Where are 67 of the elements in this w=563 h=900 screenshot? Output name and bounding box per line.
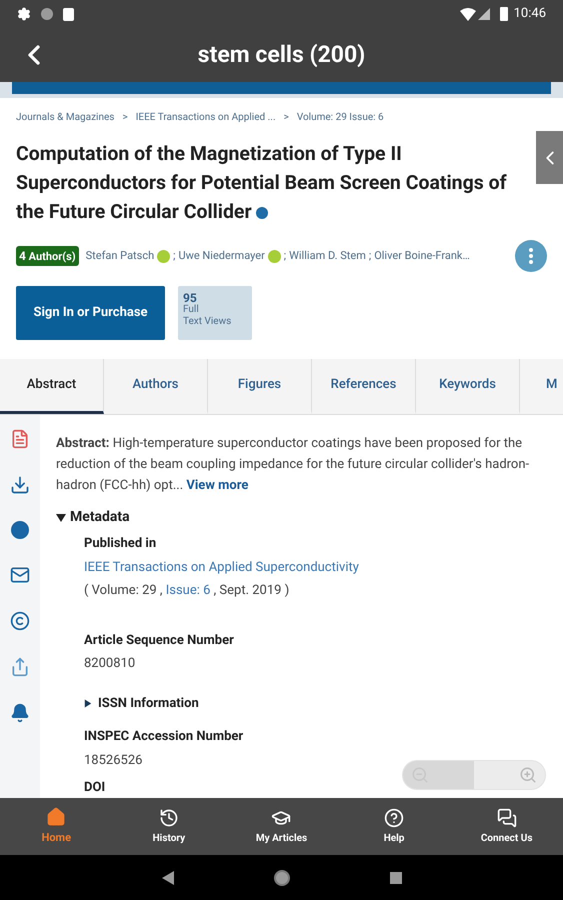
field-label: Article Sequence Number [84,632,235,650]
author-count-badge[interactable]: 4 Author(s) [16,246,79,266]
mail-icon[interactable] [10,565,30,585]
author-link[interactable]: Uwe Niedermayer [178,248,265,264]
author-separator: ; [173,248,176,264]
breadcrumb-separator: > [122,111,128,125]
tab[interactable]: Authors [104,359,208,414]
volume-text: ( Volume: 29 , Issue: 6 , Sept. 2019 ) [84,582,290,600]
more-button[interactable] [515,240,547,272]
home-nav-icon[interactable] [274,870,290,886]
breadcrumb-link[interactable]: Volume: 29 Issue: 6 [296,110,384,125]
signal-icon [478,8,490,20]
view-more-link[interactable]: View more [186,478,248,493]
breadcrumb-link[interactable]: Journals & Magazines [16,110,114,125]
pdf-icon[interactable] [10,429,30,449]
caret-icon [56,514,66,522]
bell-icon[interactable] [10,703,30,723]
metadata-toggle[interactable]: Metadata [56,507,130,528]
clock: 10:46 [514,5,546,24]
author-link[interactable]: Stefan Patsch [86,248,154,264]
nav-tab[interactable]: My Articles [225,798,338,855]
history-icon [158,808,179,828]
sd-card-icon [63,8,74,20]
field-value: 18526526 [84,752,142,770]
zoom-in-icon [519,766,537,784]
wifi-icon [460,8,476,20]
battery-icon [500,7,508,21]
nav-tab[interactable]: History [112,798,226,855]
header-title: stem cells (200) [196,40,366,70]
journal-link[interactable]: IEEE Transactions on Applied Superconductivity [84,558,551,577]
home-icon [46,806,66,827]
nav-tab[interactable]: Connect Us [450,798,563,855]
abstract-text: Abstract: High-temperature superconductor coatings have been proposed for the reduction of the beam coupling impedance for the future circular collider's hadron-hadron (FCC-hh) opt... View more [56,435,530,495]
breadcrumb-link[interactable]: IEEE Transactions on Applied ... [136,110,276,125]
field-label: INSPEC Accession Number [84,728,244,746]
settings-icon [17,7,31,21]
chat-icon [496,808,517,828]
author-separator: ; [368,248,372,264]
side-panel-tab[interactable] [536,131,563,184]
tab[interactable]: Keywords [416,359,520,414]
nav-tab[interactable]: Home [0,798,113,855]
nav-tab[interactable]: Help [338,798,450,855]
download-icon[interactable] [10,475,30,495]
issue-link[interactable]: Issue: 6 [166,583,210,598]
author-separator: ; [284,248,286,264]
share-icon[interactable] [10,657,30,677]
copyright-icon[interactable] [10,611,30,631]
views-label: Text Views [183,316,232,328]
caret-icon [84,699,92,708]
tab[interactable]: Abstract [0,359,104,414]
back-nav-icon[interactable] [162,870,174,884]
sign-in-button[interactable]: Sign In or Purchase [16,286,165,340]
breadcrumb-separator: > [284,111,289,125]
article-title: Computation of the Magnetization of Type II Superconductors for Potential Beam Screen Coatings of the Future Circular Collider [15,141,508,225]
author-link[interactable]: Oliver Boine-Frank… [374,248,470,264]
tab[interactable]: References [312,359,416,414]
issn-toggle[interactable]: ISSN Information [84,694,199,713]
recents-nav-icon[interactable] [390,872,402,884]
more-icon [529,248,533,264]
views-count: 95 [183,292,197,304]
author-link[interactable]: William D. Stem [289,248,366,264]
field-label: Published in [84,535,158,553]
field-label: DOI [84,779,106,797]
field-value: 8200810 [84,655,136,673]
tab[interactable]: M [520,359,560,414]
views-label: Full [183,304,200,316]
tab[interactable]: Figures [208,359,312,414]
